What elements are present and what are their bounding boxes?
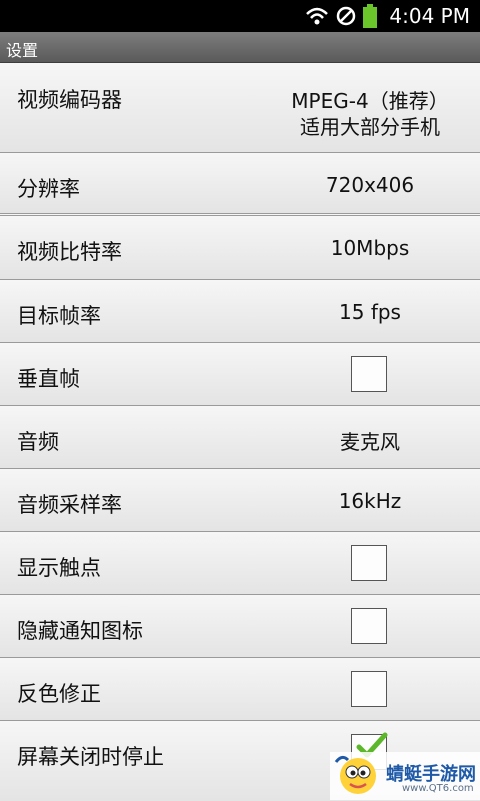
setting-label: 反色修正 xyxy=(17,682,101,706)
watermark: 蜻蜓手游网 www.QT6.com xyxy=(330,752,480,800)
setting-audio-samplerate[interactable]: 音频采样率 16kHz xyxy=(0,469,480,532)
setting-value: 16kHz xyxy=(338,489,402,513)
title-bar: 设置 xyxy=(0,32,480,63)
setting-label: 隐藏通知图标 xyxy=(17,619,143,643)
setting-audio[interactable]: 音频 麦克风 xyxy=(0,406,480,469)
setting-invert-color[interactable]: 反色修正 xyxy=(0,658,480,721)
dragonfly-logo-icon xyxy=(334,755,376,794)
setting-target-framerate[interactable]: 目标帧率 15 fps xyxy=(0,280,480,343)
setting-value-detail: 适用大部分手机 xyxy=(300,115,440,139)
setting-label: 屏幕关闭时停止 xyxy=(17,745,164,769)
setting-value: 10Mbps xyxy=(330,236,410,260)
setting-video-encoder[interactable]: 视频编码器 MPEG-4（推荐） 适用大部分手机 xyxy=(0,63,480,153)
setting-label: 视频编码器 xyxy=(17,88,122,112)
wifi-icon xyxy=(306,7,329,25)
setting-value: MPEG-4（推荐） xyxy=(291,89,449,113)
watermark-site: www.QT6.com xyxy=(402,783,474,794)
setting-resolution[interactable]: 分辨率 720x406 xyxy=(0,153,480,216)
setting-value: 720x406 xyxy=(325,173,415,197)
invert-color-checkbox[interactable] xyxy=(351,671,387,707)
setting-value: 15 fps xyxy=(339,300,401,324)
setting-label: 垂直帧 xyxy=(17,367,80,391)
page-title: 设置 xyxy=(6,41,39,60)
battery-icon xyxy=(363,4,378,28)
setting-label: 视频比特率 xyxy=(17,240,122,264)
status-bar: 4:04 PM xyxy=(0,0,480,32)
setting-hide-notification-icon[interactable]: 隐藏通知图标 xyxy=(0,595,480,658)
setting-label: 音频 xyxy=(17,430,59,454)
setting-show-touches[interactable]: 显示触点 xyxy=(0,532,480,595)
setting-vertical-frame[interactable]: 垂直帧 xyxy=(0,343,480,406)
settings-list: 视频编码器 MPEG-4（推荐） 适用大部分手机 分辨率 720x406 视频比… xyxy=(0,63,480,801)
status-time: 4:04 PM xyxy=(389,4,470,28)
setting-label: 目标帧率 xyxy=(17,304,101,328)
setting-label: 分辨率 xyxy=(17,177,80,201)
status-icons: 4:04 PM xyxy=(305,0,470,32)
setting-label: 显示触点 xyxy=(17,556,101,580)
show-touches-checkbox[interactable] xyxy=(351,545,387,581)
vertical-frame-checkbox[interactable] xyxy=(351,356,387,392)
setting-label: 音频采样率 xyxy=(17,493,122,517)
no-sim-icon xyxy=(337,6,356,26)
setting-value: 麦克风 xyxy=(340,430,400,454)
setting-video-bitrate[interactable]: 视频比特率 10Mbps xyxy=(0,216,480,280)
hide-notification-icon-checkbox[interactable] xyxy=(351,608,387,644)
